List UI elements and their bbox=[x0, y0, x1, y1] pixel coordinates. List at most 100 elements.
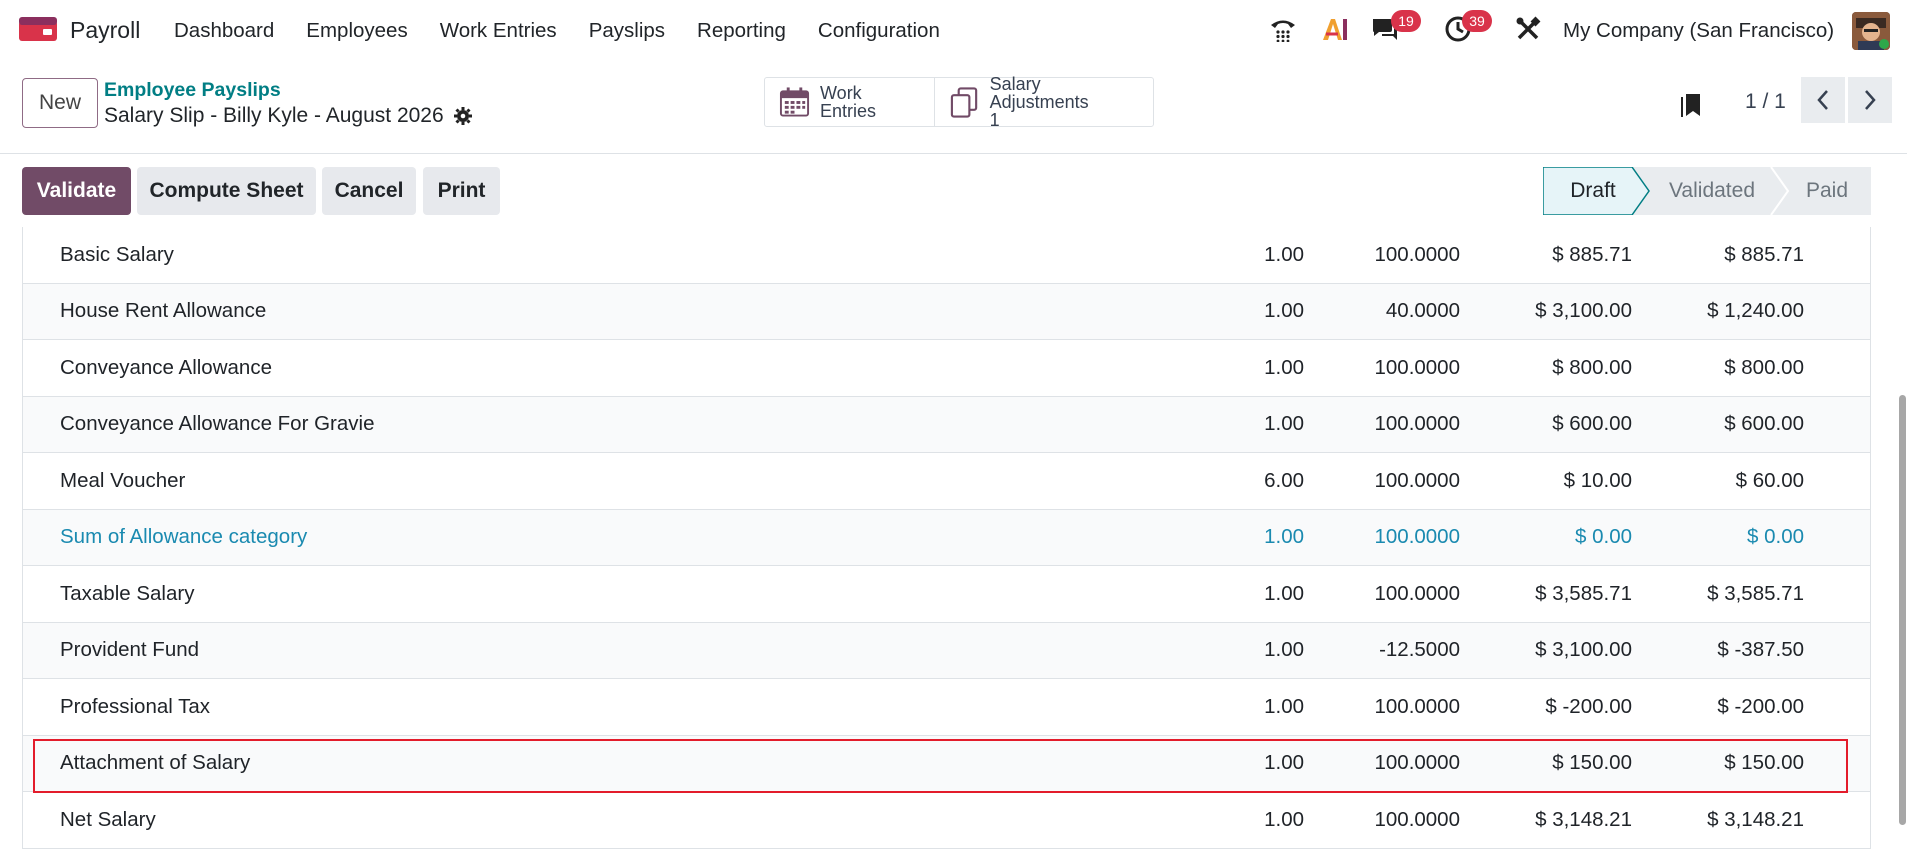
top-navbar: Payroll Dashboard Employees Work Entries… bbox=[0, 0, 1907, 62]
line-quantity: 1.00 bbox=[1264, 412, 1304, 436]
cancel-button[interactable]: Cancel bbox=[322, 167, 416, 215]
line-quantity: 1.00 bbox=[1264, 807, 1304, 831]
line-total: $ 60.00 bbox=[1735, 468, 1804, 492]
line-rate: 100.0000 bbox=[1374, 242, 1460, 266]
table-row[interactable]: Net Salary 1.00 100.0000 $ 3,148.21 $ 3,… bbox=[23, 792, 1870, 849]
stage-paid[interactable]: Paid bbox=[1783, 167, 1871, 215]
tools-icon[interactable] bbox=[1513, 14, 1543, 44]
line-name: Professional Tax bbox=[60, 694, 211, 718]
salary-adjustments-smart-button[interactable]: Salary Adjustments 1 bbox=[933, 75, 1153, 129]
line-total: $ 3,148.21 bbox=[1707, 807, 1804, 831]
menu-configuration[interactable]: Configuration bbox=[818, 19, 940, 43]
line-amount: $ 0.00 bbox=[1575, 525, 1632, 549]
line-total: $ -387.50 bbox=[1717, 638, 1804, 662]
copy-icon bbox=[950, 87, 977, 118]
line-total: $ 1,240.00 bbox=[1707, 299, 1804, 323]
line-total: $ 800.00 bbox=[1724, 355, 1804, 379]
record-title-text: Salary Slip - Billy Kyle - August 2026 bbox=[104, 104, 444, 127]
line-rate: 100.0000 bbox=[1374, 807, 1460, 831]
activities-badge: 39 bbox=[1462, 10, 1492, 32]
line-rate: 100.0000 bbox=[1374, 355, 1460, 379]
line-quantity: 1.00 bbox=[1264, 355, 1304, 379]
line-name: Basic Salary bbox=[60, 242, 174, 266]
line-quantity: 1.00 bbox=[1264, 299, 1304, 323]
line-amount: $ 10.00 bbox=[1563, 468, 1632, 492]
stage-validated[interactable]: Validated bbox=[1651, 167, 1773, 215]
line-quantity: 1.00 bbox=[1264, 751, 1304, 775]
menu-reporting[interactable]: Reporting bbox=[697, 19, 786, 43]
line-rate: 100.0000 bbox=[1374, 412, 1460, 436]
line-name: Conveyance Allowance bbox=[60, 355, 272, 379]
line-rate: 100.0000 bbox=[1374, 751, 1460, 775]
pager-previous-button[interactable] bbox=[1801, 77, 1845, 123]
salary-adjustments-text: Salary Adjustments 1 bbox=[990, 75, 1139, 129]
salary-lines-table: Basic Salary 1.00 100.0000 $ 885.71 $ 88… bbox=[22, 227, 1871, 849]
line-rate: 100.0000 bbox=[1374, 694, 1460, 718]
line-amount: $ 3,100.00 bbox=[1535, 638, 1632, 662]
table-row[interactable]: Provident Fund 1.00 -12.5000 $ 3,100.00 … bbox=[23, 622, 1870, 679]
stage-draft[interactable]: Draft bbox=[1543, 167, 1643, 215]
company-switcher[interactable]: My Company (San Francisco) bbox=[1563, 19, 1834, 43]
table-row[interactable]: Conveyance Allowance For Gravie 1.00 100… bbox=[23, 396, 1870, 453]
main-menu: Dashboard Employees Work Entries Payslip… bbox=[174, 19, 972, 43]
line-total: $ -200.00 bbox=[1717, 694, 1804, 718]
statusbar: Validate Compute Sheet Cancel Print Draf… bbox=[0, 155, 1907, 227]
table-row[interactable]: House Rent Allowance 1.00 40.0000 $ 3,10… bbox=[23, 283, 1870, 340]
menu-work-entries[interactable]: Work Entries bbox=[440, 19, 557, 43]
line-total: $ 150.00 bbox=[1724, 751, 1804, 775]
gear-icon[interactable] bbox=[453, 107, 472, 125]
line-amount: $ 3,100.00 bbox=[1535, 299, 1632, 323]
line-name: Attachment of Salary bbox=[60, 751, 251, 775]
line-amount: $ 3,148.21 bbox=[1535, 807, 1632, 831]
menu-employees[interactable]: Employees bbox=[306, 19, 407, 43]
line-total: $ 3,585.71 bbox=[1707, 581, 1804, 605]
menu-payslips[interactable]: Payslips bbox=[589, 19, 665, 43]
calendar-icon bbox=[779, 87, 810, 117]
line-rate: 100.0000 bbox=[1374, 525, 1460, 549]
table-row[interactable]: Taxable Salary 1.00 100.0000 $ 3,585.71 … bbox=[23, 566, 1870, 623]
menu-dashboard[interactable]: Dashboard bbox=[174, 19, 274, 43]
phone-icon[interactable] bbox=[1268, 14, 1298, 44]
validate-button[interactable]: Validate bbox=[22, 167, 131, 215]
line-total: $ 885.71 bbox=[1724, 242, 1804, 266]
breadcrumb-employee-payslips[interactable]: Employee Payslips bbox=[104, 79, 281, 102]
line-amount: $ 885.71 bbox=[1552, 242, 1632, 266]
ai-icon[interactable] bbox=[1320, 14, 1350, 44]
table-row[interactable]: Meal Voucher 6.00 100.0000 $ 10.00 $ 60.… bbox=[23, 453, 1870, 510]
pager-value[interactable]: 1 / 1 bbox=[1745, 90, 1786, 114]
smart-buttons: Work Entries Salary Adjustments 1 bbox=[764, 75, 1154, 129]
line-amount: $ -200.00 bbox=[1545, 694, 1632, 718]
chevron-left-icon bbox=[1817, 90, 1828, 110]
table-row-category[interactable]: Sum of Allowance category 1.00 100.0000 … bbox=[23, 509, 1870, 566]
line-quantity: 1.00 bbox=[1264, 525, 1304, 549]
salary-adjustments-label: Salary Adjustments bbox=[989, 74, 1089, 112]
work-entries-smart-button[interactable]: Work Entries bbox=[765, 78, 934, 126]
line-amount: $ 800.00 bbox=[1552, 355, 1632, 379]
pager-next-button[interactable] bbox=[1848, 77, 1892, 123]
line-amount: $ 150.00 bbox=[1552, 751, 1632, 775]
table-row[interactable]: Professional Tax 1.00 100.0000 $ -200.00… bbox=[23, 679, 1870, 736]
chevron-right-icon bbox=[1865, 90, 1876, 110]
scrollbar-thumb[interactable] bbox=[1899, 395, 1906, 825]
table-row[interactable]: Conveyance Allowance 1.00 100.0000 $ 800… bbox=[23, 340, 1870, 397]
line-amount: $ 3,585.71 bbox=[1535, 581, 1632, 605]
payroll-app-icon[interactable] bbox=[19, 17, 57, 43]
line-name: Meal Voucher bbox=[60, 468, 186, 492]
line-total: $ 600.00 bbox=[1724, 412, 1804, 436]
line-rate: 100.0000 bbox=[1374, 468, 1460, 492]
line-name: Taxable Salary bbox=[60, 581, 195, 605]
work-entries-label: Work Entries bbox=[820, 83, 877, 121]
bookmark-icon[interactable] bbox=[1680, 92, 1704, 118]
print-button[interactable]: Print bbox=[423, 167, 500, 215]
table-row[interactable]: Basic Salary 1.00 100.0000 $ 885.71 $ 88… bbox=[23, 227, 1870, 284]
salary-adjustments-count: 1 bbox=[989, 110, 1000, 130]
compute-sheet-button[interactable]: Compute Sheet bbox=[137, 167, 316, 215]
app-name[interactable]: Payroll bbox=[70, 17, 140, 44]
new-button[interactable]: New bbox=[22, 78, 98, 128]
table-row-attachment-of-salary[interactable]: Attachment of Salary 1.00 100.0000 $ 150… bbox=[23, 735, 1870, 792]
user-avatar[interactable] bbox=[1852, 12, 1890, 50]
messages-badge: 19 bbox=[1391, 10, 1421, 32]
line-rate: -12.5000 bbox=[1379, 638, 1460, 662]
line-quantity: 1.00 bbox=[1264, 242, 1304, 266]
line-rate: 40.0000 bbox=[1385, 299, 1460, 323]
